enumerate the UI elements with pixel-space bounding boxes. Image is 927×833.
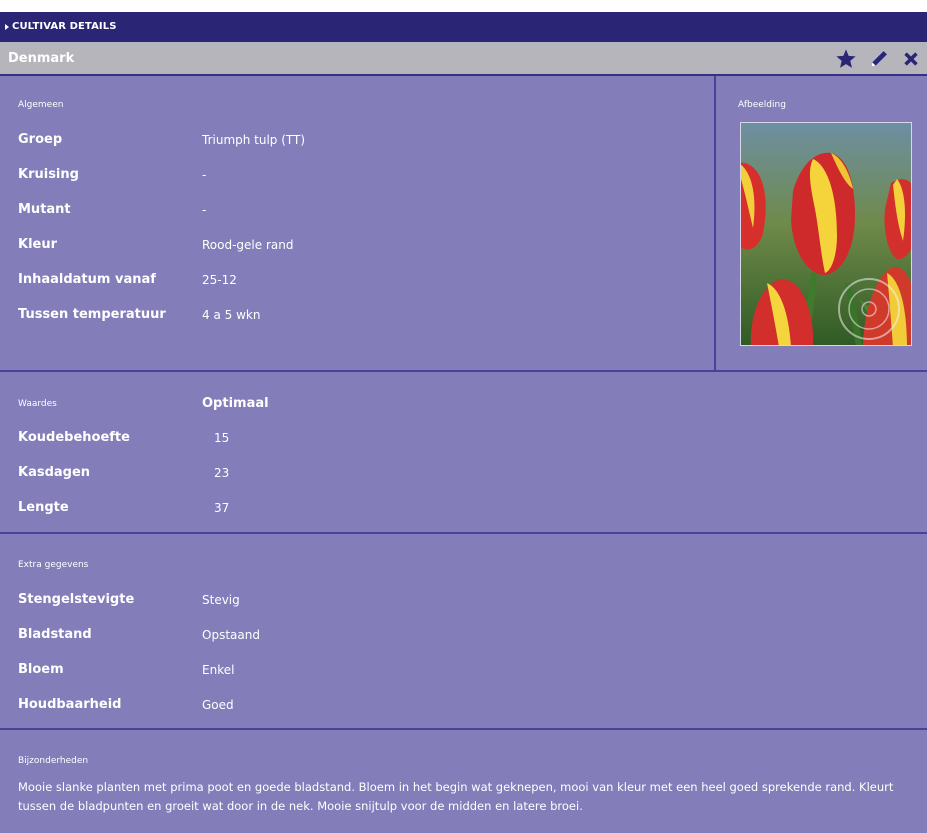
image-heading: Afbeelding <box>738 100 786 110</box>
field-label: Kruising <box>18 167 79 182</box>
field-value: 25-12 <box>202 273 237 287</box>
close-icon[interactable] <box>901 49 921 69</box>
notes-heading: Bijzonderheden <box>18 756 89 766</box>
extra-heading: Extra gegevens <box>18 560 89 570</box>
general-info: Algemeen Groep Triumph tulp (TT) Kruisin… <box>0 76 716 370</box>
value-number: 15 <box>214 431 230 445</box>
value-label: Kasdagen <box>18 465 91 480</box>
panel-header-bar[interactable]: CULTIVAR DETAILS <box>0 12 927 42</box>
star-icon[interactable] <box>835 48 857 70</box>
field-value: Enkel <box>202 663 235 677</box>
field-label: Groep <box>18 132 63 147</box>
value-number: 23 <box>214 466 230 480</box>
field-label: Bloem <box>18 662 64 677</box>
image-panel: Afbeelding <box>716 76 927 370</box>
field-label: Tussen temperatuur <box>18 307 166 322</box>
notes-section: Bijzonderheden Mooie slanke planten met … <box>0 730 927 833</box>
field-value: - <box>202 203 207 217</box>
values-heading: Waardes <box>18 399 57 409</box>
field-label: Inhaaldatum vanaf <box>18 272 156 287</box>
value-label: Koudebehoefte <box>18 430 130 445</box>
field-label: Stengelstevigte <box>18 592 135 607</box>
field-label: Kleur <box>18 237 58 252</box>
cultivar-details-panel: CULTIVAR DETAILS Denmark Algemeen Groep … <box>0 12 927 833</box>
collapse-triangle-icon[interactable] <box>5 24 9 30</box>
field-value: - <box>202 168 207 182</box>
field-value: Rood-gele rand <box>202 238 294 252</box>
field-label: Bladstand <box>18 627 92 642</box>
field-value: Triumph tulp (TT) <box>202 133 306 147</box>
field-value: Stevig <box>202 593 240 607</box>
general-heading: Algemeen <box>18 100 64 110</box>
field-label: Mutant <box>18 202 71 217</box>
value-number: 37 <box>214 501 230 515</box>
field-label: Houdbaarheid <box>18 697 122 712</box>
title-actions <box>835 46 921 72</box>
values-section: Waardes Optimaal Koudebehoefte 15 Kasdag… <box>0 372 927 534</box>
panel-header-label: CULTIVAR DETAILS <box>12 21 117 32</box>
field-value: Opstaand <box>202 628 260 642</box>
field-value: Goed <box>202 698 234 712</box>
optimal-column-header: Optimaal <box>202 396 269 411</box>
notes-text: Mooie slanke planten met prima poot en g… <box>18 780 894 813</box>
field-value: 4 a 5 wkn <box>202 308 261 322</box>
cultivar-title-bar: Denmark <box>0 42 927 76</box>
general-section: Algemeen Groep Triumph tulp (TT) Kruisin… <box>0 76 927 372</box>
cultivar-photo[interactable] <box>740 122 912 346</box>
extra-section: Extra gegevens Stengelstevigte Stevig Bl… <box>0 534 927 730</box>
pencil-icon[interactable] <box>869 49 889 69</box>
cultivar-name: Denmark <box>8 51 75 66</box>
value-label: Lengte <box>18 500 69 515</box>
